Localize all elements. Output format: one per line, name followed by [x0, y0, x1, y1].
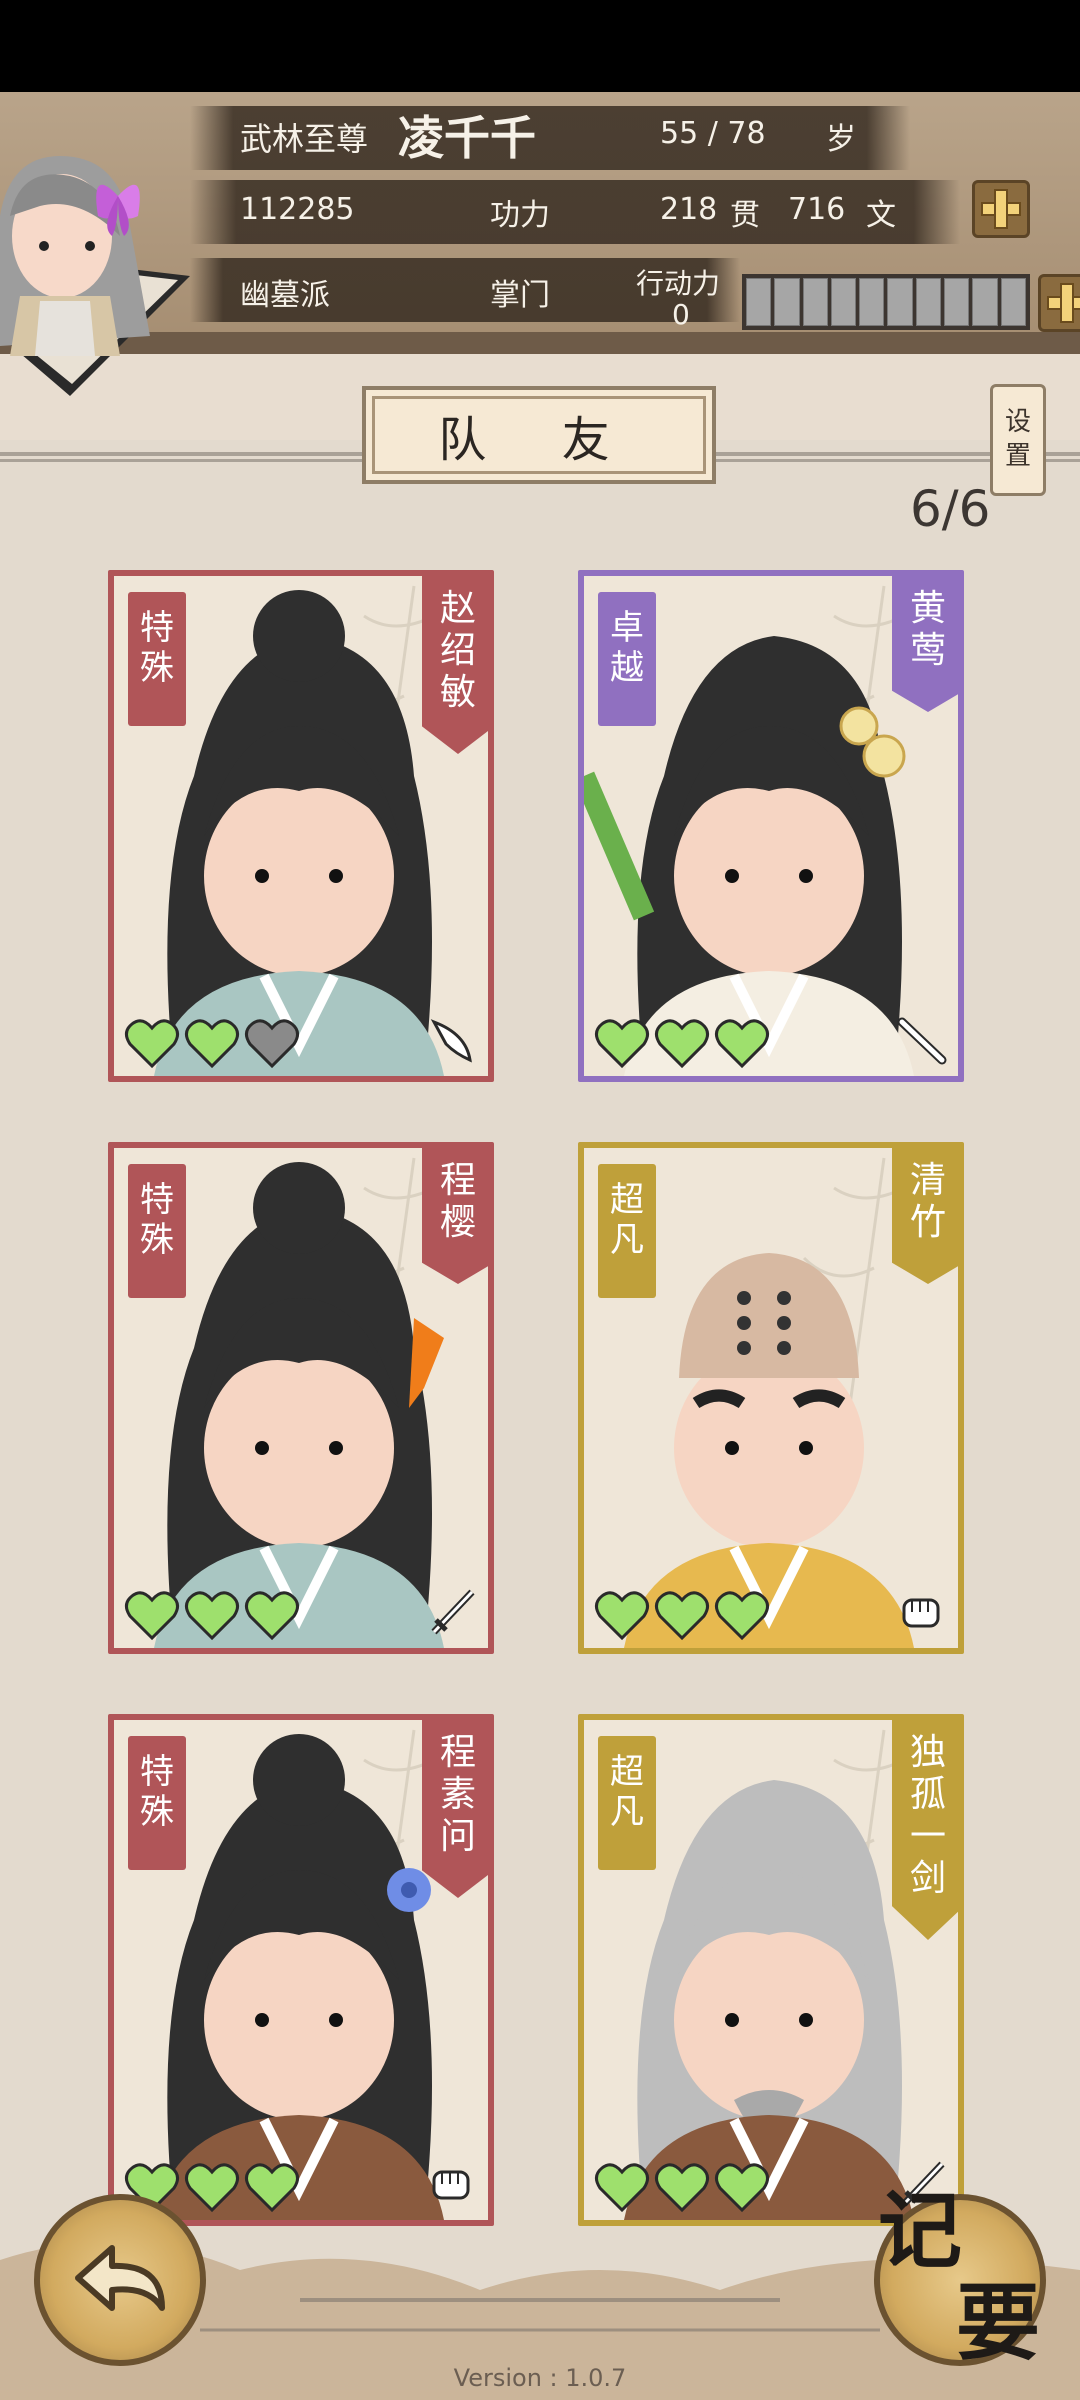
action-label: 行动力 — [636, 267, 721, 300]
teammate-hearts — [594, 1018, 770, 1070]
teammate-rank-tag: 卓越 — [598, 592, 656, 726]
heart-full-icon — [185, 1019, 239, 1069]
player-age-unit: 岁 — [826, 122, 856, 157]
teammate-hearts — [124, 1018, 300, 1070]
energy-segment — [915, 278, 942, 326]
player-age: 55 / 78 — [660, 116, 766, 151]
player-power-label: 功力 — [490, 198, 550, 233]
teammate-rank-tag: 特殊 — [128, 1736, 186, 1870]
energy-segment — [944, 278, 970, 326]
add-money-button[interactable] — [972, 180, 1030, 238]
energy-segment — [830, 278, 857, 326]
player-name: 凌千千 — [398, 111, 536, 165]
heart-full-icon — [185, 1591, 239, 1641]
teammate-card[interactable]: 卓越 黄莺 — [578, 570, 964, 1082]
heart-full-icon — [655, 1591, 709, 1641]
teammate-card[interactable]: 特殊 程素问 — [108, 1714, 494, 2226]
add-action-button[interactable] — [1038, 274, 1080, 332]
status-bar — [0, 0, 1080, 92]
heart-full-icon — [655, 1019, 709, 1069]
teammate-count: 6/6 — [910, 480, 991, 538]
energy-segment — [887, 278, 913, 326]
energy-segment — [802, 278, 828, 326]
player-rank: 掌门 — [490, 278, 550, 313]
money-guan-unit: 贯 — [730, 198, 760, 233]
teammate-rank-tag: 特殊 — [128, 1164, 186, 1298]
page-title: 队 友 — [362, 386, 716, 484]
teammate-rank-tag: 超凡 — [598, 1164, 656, 1298]
energy-segment — [859, 278, 885, 326]
memo-char: 要 — [956, 2273, 1041, 2372]
energy-segment — [774, 278, 800, 326]
heart-full-icon — [715, 1019, 769, 1069]
action-energy-bar — [742, 274, 1030, 330]
heart-full-icon — [595, 1591, 649, 1641]
heart-empty-icon — [245, 1019, 299, 1069]
back-arrow-icon — [75, 2245, 165, 2311]
teammate-card[interactable]: 特殊 程樱 — [108, 1142, 494, 1654]
teammate-name: 赵绍敏 — [422, 576, 488, 754]
heart-full-icon — [595, 1019, 649, 1069]
version-label: Version : 1.0.7 — [453, 2364, 627, 2392]
money-guan: 218 — [660, 192, 718, 227]
teammate-hearts — [594, 1590, 770, 1642]
teammate-name: 清竹 — [892, 1148, 958, 1284]
teammate-name: 程素问 — [422, 1720, 488, 1898]
sword-icon — [431, 1589, 475, 1635]
energy-segment — [972, 278, 998, 326]
energy-segment — [746, 278, 772, 326]
money-wen-unit: 文 — [866, 198, 896, 233]
memo-char: 记 — [878, 2181, 963, 2280]
teammate-card[interactable]: 超凡 清竹 — [578, 1142, 964, 1654]
back-button[interactable] — [34, 2194, 206, 2366]
settings-button[interactable]: 设置 — [990, 384, 1046, 496]
fist-icon — [902, 1598, 940, 1628]
player-title: 武林至尊 — [240, 120, 369, 158]
blade-icon — [430, 1019, 472, 1063]
heart-full-icon — [125, 1591, 179, 1641]
teammate-rank-tag: 超凡 — [598, 1736, 656, 1870]
player-avatar[interactable] — [0, 96, 200, 396]
money-wen: 716 — [788, 192, 846, 227]
teammate-hearts — [124, 1590, 300, 1642]
teammate-card[interactable]: 特殊 赵绍敏 — [108, 570, 494, 1082]
teammate-rank-tag: 特殊 — [128, 592, 186, 726]
teammate-name: 程樱 — [422, 1148, 488, 1284]
flute-icon — [897, 1017, 947, 1065]
player-power-value: 112285 — [240, 192, 355, 227]
heart-full-icon — [125, 1019, 179, 1069]
heart-full-icon — [715, 1591, 769, 1641]
teammate-card[interactable]: 超凡 独孤一剑 — [578, 1714, 964, 2226]
teammate-name: 独孤一剑 — [892, 1720, 958, 1940]
energy-segment — [1000, 278, 1026, 326]
teammate-name: 黄莺 — [892, 576, 958, 712]
player-sect: 幽墓派 — [240, 278, 330, 313]
action-value: 0 — [672, 298, 690, 331]
heart-full-icon — [245, 1591, 299, 1641]
